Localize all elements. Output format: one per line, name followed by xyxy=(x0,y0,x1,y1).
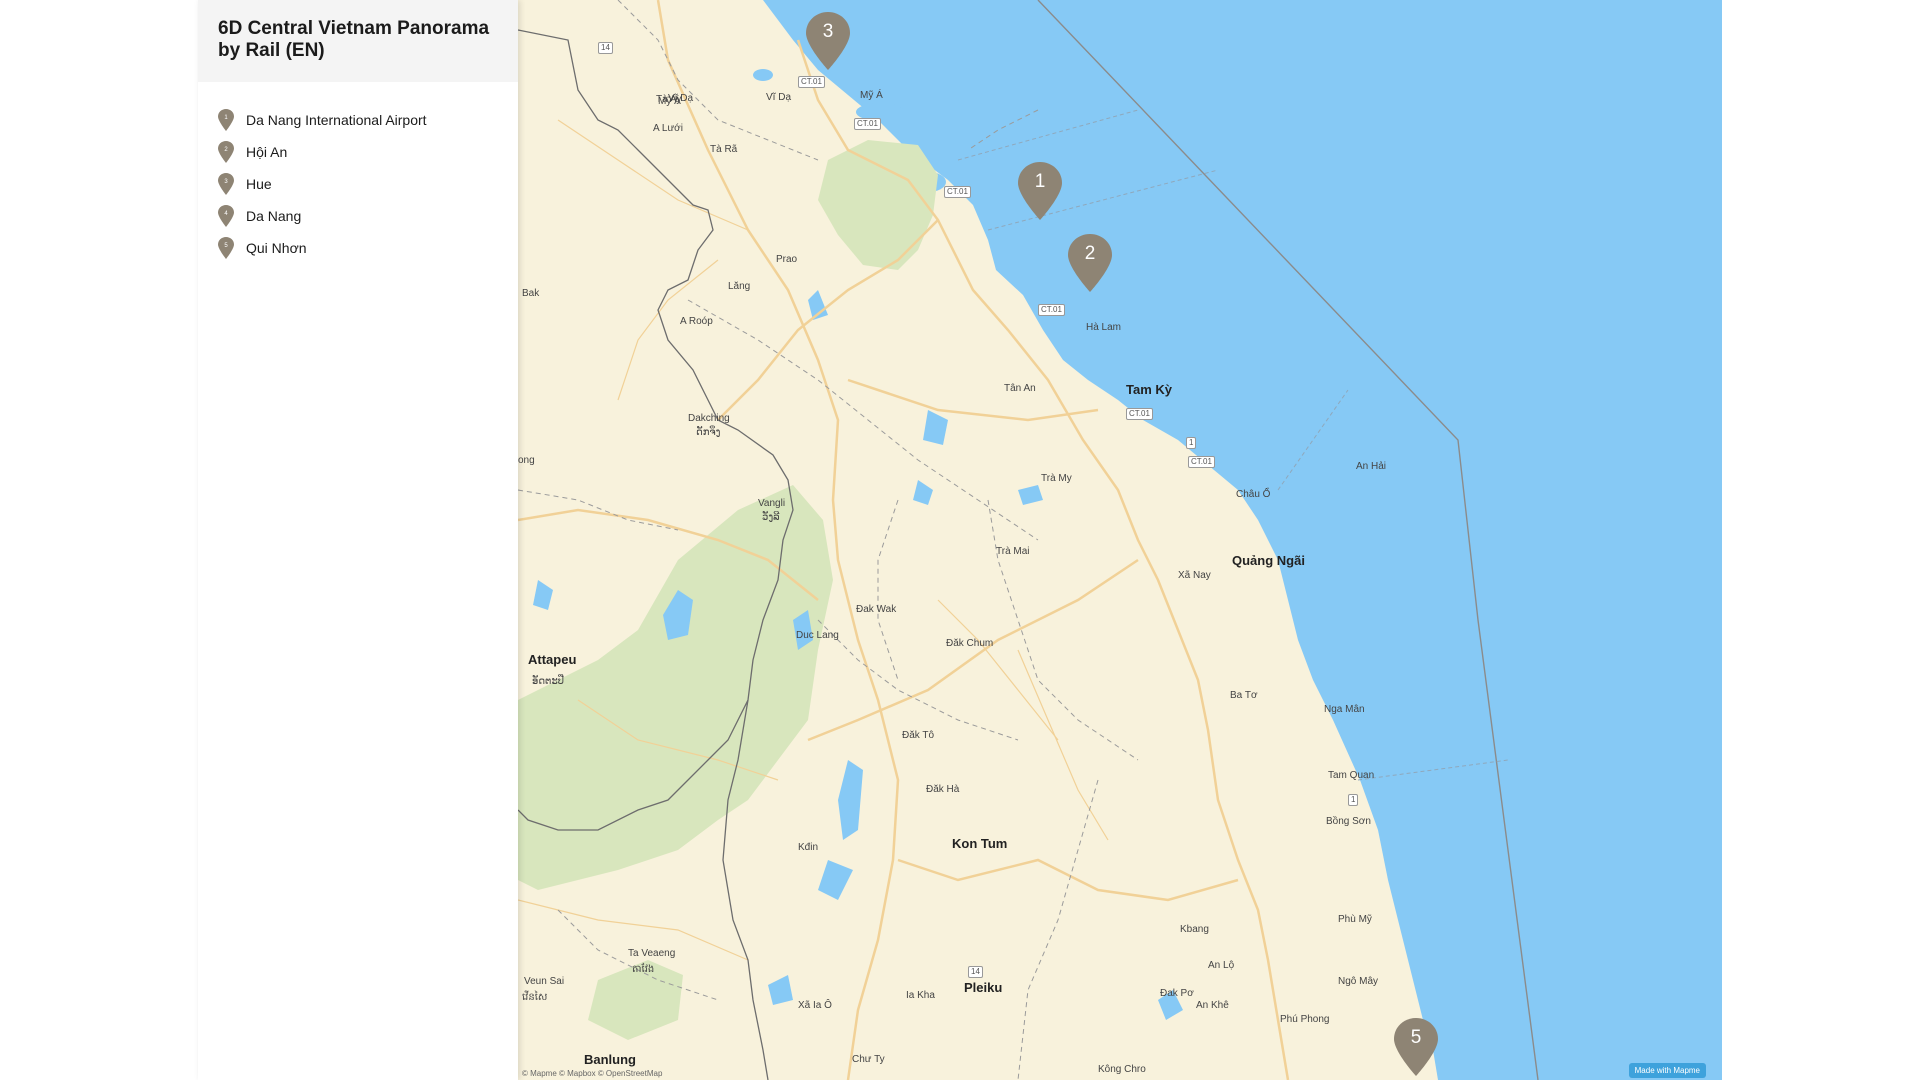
marker-number: 5 xyxy=(1410,1027,1422,1048)
place-label: Phú Phong xyxy=(1280,1014,1330,1025)
panel-header: 6D Central Vietnam Panorama by Rail (EN) xyxy=(198,0,518,82)
place-label: Vĩ Dạ xyxy=(766,92,792,103)
stop-item-4[interactable]: 4 Da Nang xyxy=(218,200,518,232)
road-shield: CT.01 xyxy=(798,76,825,88)
marker-number: 2 xyxy=(1084,243,1096,264)
place-label: Phù Mỹ xyxy=(1338,914,1372,925)
marker-number: 1 xyxy=(1034,171,1046,192)
place-label: ong xyxy=(518,455,535,466)
place-label: An Lộ xyxy=(1208,960,1235,971)
place-label: Duc Lang xyxy=(796,630,839,641)
road-shield: 1 xyxy=(1348,794,1359,806)
stop-item-1[interactable]: 1 Da Nang International Airport xyxy=(218,104,518,136)
place-label: Bak xyxy=(522,288,540,299)
city-label: Kon Tum xyxy=(952,836,1008,851)
place-label: Xã Ia Ô xyxy=(798,1000,832,1011)
place-label: Hà Lam xyxy=(1086,322,1122,333)
marker-number: 3 xyxy=(822,21,834,42)
place-label: An Khê xyxy=(1196,1000,1229,1011)
place-label: Mỹ Á xyxy=(860,90,883,101)
pin-icon: 1 xyxy=(218,109,234,131)
stop-item-5[interactable]: 5 Qui Nhơn xyxy=(218,232,518,264)
place-label: តាវែង xyxy=(632,964,655,975)
map-base xyxy=(518,0,1722,1080)
place-label: Ta Veaeng xyxy=(628,948,676,959)
city-label: Attapeu xyxy=(528,652,577,667)
place-label: Kông Chro xyxy=(1098,1064,1146,1075)
road-shield: CT.01 xyxy=(944,186,971,198)
city-label: Tam Kỳ xyxy=(1126,382,1172,397)
place-label: Lăng xyxy=(728,281,751,292)
road-shield: 14 xyxy=(968,966,983,978)
stop-label: Da Nang xyxy=(246,208,302,224)
stop-item-2[interactable]: 2 Hội An xyxy=(218,136,518,168)
place-label: Đăk Tô xyxy=(902,730,935,741)
road-shield: CT.01 xyxy=(1188,456,1215,468)
stop-list: 1 Da Nang International Airport 2 Hội An… xyxy=(198,82,518,264)
stop-label: Qui Nhơn xyxy=(246,240,307,256)
map-marker-2[interactable]: 2 xyxy=(1068,234,1112,292)
pin-icon: 3 xyxy=(218,173,234,195)
place-label: Ia Kha xyxy=(906,990,935,1001)
place-label: A Lưới xyxy=(653,123,683,134)
place-label: Prao xyxy=(776,254,798,265)
place-label: Ba Tơ xyxy=(1230,690,1258,701)
city-label: Quảng Ngãi xyxy=(1232,553,1305,568)
place-label: Bồng Sơn xyxy=(1326,816,1371,827)
place-label: Tam Quan xyxy=(1328,770,1375,781)
road-shield: 1 xyxy=(1186,437,1197,449)
place-label: Đăk Hà xyxy=(926,784,960,795)
place-label: វើនសៃ xyxy=(522,992,548,1003)
made-with-mapme-badge[interactable]: Made with Mapme xyxy=(1628,1063,1706,1078)
pin-icon: 2 xyxy=(218,141,234,163)
road-shield: CT.01 xyxy=(1126,408,1153,420)
road-shield: CT.01 xyxy=(1038,304,1065,316)
itinerary-panel: 6D Central Vietnam Panorama by Rail (EN)… xyxy=(198,0,518,1080)
place-label: Tà Rã xyxy=(710,144,738,155)
place-label: Tà Ay xyxy=(656,94,682,105)
map-marker-1[interactable]: 1 xyxy=(1018,162,1062,220)
stop-label: Da Nang International Airport xyxy=(246,112,427,128)
place-label: ອັດຕະປື xyxy=(532,676,565,687)
place-label: Trà Mai xyxy=(996,546,1030,557)
place-label: Đăk Chum xyxy=(946,638,994,649)
city-label: Banlung xyxy=(584,1052,636,1067)
pin-icon: 4 xyxy=(218,205,234,227)
map-marker-3[interactable]: 3 xyxy=(806,12,850,70)
place-label: Tân An xyxy=(1004,383,1036,394)
place-label: Xã Nay xyxy=(1178,570,1211,581)
place-label: Kbang xyxy=(1180,924,1209,935)
place-label: Veun Sai xyxy=(524,976,565,987)
place-label: Dakching xyxy=(688,413,730,424)
stop-label: Hội An xyxy=(246,144,288,160)
place-label: An Hải xyxy=(1356,461,1387,472)
place-label: Châu Ổ xyxy=(1236,489,1271,500)
city-label: Pleiku xyxy=(964,980,1003,995)
page-title: 6D Central Vietnam Panorama by Rail (EN) xyxy=(218,18,490,61)
place-label: Nga Mân xyxy=(1324,704,1365,715)
road-shield: 14 xyxy=(598,42,613,54)
place-label: Chư Ty xyxy=(852,1054,885,1065)
map-marker-5[interactable]: 5 xyxy=(1394,1018,1438,1076)
map-canvas[interactable]: Mỹ Á Vĩ Dạ Mỹ Á Vĩ Dạ Tà Ay A Lưới Tà Rã… xyxy=(518,0,1722,1080)
place-label: ດັກຈຶງ xyxy=(696,427,721,438)
place-label: Đak Wak xyxy=(856,604,897,615)
place-label: Đak Pơ xyxy=(1160,988,1194,999)
place-label: A Roóp xyxy=(680,316,713,327)
map-attribution[interactable]: © Mapme © Mapbox © OpenStreetMap xyxy=(522,1069,662,1078)
road-shield: CT.01 xyxy=(854,118,881,130)
place-label: ວັງລີ xyxy=(762,512,780,523)
place-label: Ngô Mây xyxy=(1338,976,1379,987)
place-label: Kđin xyxy=(798,842,819,853)
place-label: Trà My xyxy=(1041,473,1072,484)
place-label: Vangli xyxy=(758,498,786,509)
stop-item-3[interactable]: 3 Hue xyxy=(218,168,518,200)
pin-icon: 5 xyxy=(218,237,234,259)
stop-label: Hue xyxy=(246,176,272,192)
